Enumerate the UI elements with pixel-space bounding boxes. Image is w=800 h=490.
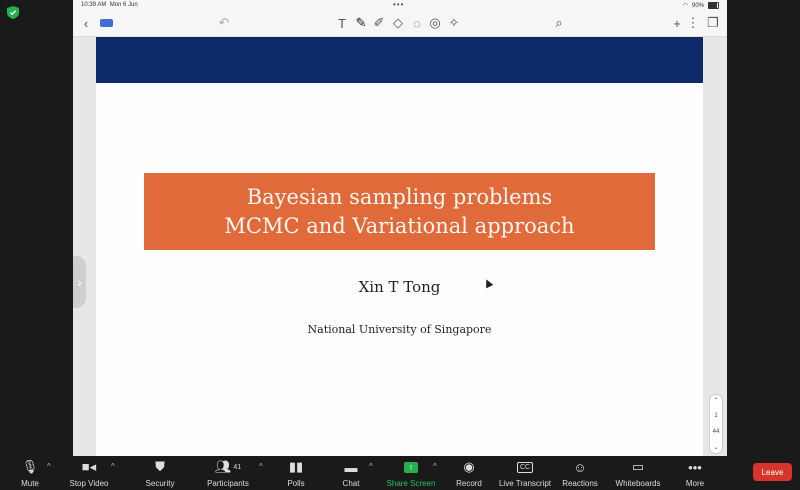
slide-header-band [96, 37, 703, 83]
add-page-icon[interactable]: + [670, 14, 684, 32]
video-options-caret-icon[interactable]: ^ [111, 462, 115, 471]
video-camera-icon: ■◂ [81, 459, 97, 474]
record-icon: ◉ [463, 459, 475, 474]
eraser-icon[interactable]: ◇ [391, 14, 405, 32]
highlighter-icon[interactable]: ✐ [372, 14, 386, 32]
documents-icon[interactable] [99, 14, 115, 32]
ipad-status-bar: 10:39 AM Mon 6 Jun ••• ◠ 90% [73, 0, 727, 10]
record-label: Record [456, 479, 482, 488]
microphone-icon[interactable]: ⌕ [552, 14, 566, 32]
laser-pointer-icon[interactable]: ✧ [447, 14, 461, 32]
mute-button[interactable]: 🎙︎ Mute [0, 458, 62, 490]
pen-tool-icon[interactable]: ✎ [354, 14, 368, 32]
slide-institution: National University of Singapore [307, 323, 492, 336]
whiteboard-icon: ▭ [631, 459, 645, 474]
more-dots-icon: ••• [688, 459, 702, 475]
page-scroller[interactable]: ⌃ 1 44 ⌄ [709, 394, 723, 454]
sidebar-toggle-handle[interactable]: › [73, 256, 86, 308]
smiley-icon: ☺ [573, 459, 587, 475]
pager-current-page: 1 [714, 413, 718, 420]
pager-up-icon[interactable]: ⌃ [713, 397, 718, 404]
notes-app-toolbar: ‹ ↶ T ✎ ✐ ◇ ◌ ◎ ✧ ⌕ + ⋮ ❐ [73, 10, 727, 37]
whiteboards-button[interactable]: ▭ Whiteboards [606, 458, 670, 490]
reactions-label: Reactions [562, 479, 598, 488]
microphone-icon: 🎙︎ [21, 459, 39, 474]
slide-page: Bayesian sampling problems MCMC and Vari… [96, 37, 703, 456]
battery-percent: 90% [691, 2, 704, 9]
pager-total-pages: 44 [712, 428, 720, 435]
status-date: Mon 6 Jun [109, 2, 138, 8]
text-tool-icon[interactable]: T [335, 14, 349, 32]
bar-chart-icon: ▮▮ [288, 459, 304, 474]
undo-icon[interactable]: ↶ [217, 14, 231, 32]
security-shield-icon [7, 6, 19, 19]
participants-count: 41 [233, 463, 242, 471]
back-chevron-icon[interactable]: ‹ [79, 14, 93, 32]
whiteboards-label: Whiteboards [615, 479, 661, 488]
page-view-icon[interactable]: ❐ [706, 14, 720, 32]
slide-title-line-2: MCMC and Variational approach [224, 213, 575, 238]
chat-bubble-icon: ▬ [344, 459, 358, 475]
more-label: More [685, 479, 705, 488]
chat-options-caret-icon[interactable]: ^ [369, 462, 373, 471]
lasso-icon[interactable]: ◌ [410, 14, 424, 32]
stop-video-label: Stop Video [69, 479, 109, 488]
shield-icon: ⛊ [155, 459, 165, 474]
share-screen-icon: ↑ [404, 461, 418, 473]
battery-icon [708, 2, 719, 9]
live-transcript-label: Live Transcript [498, 479, 552, 488]
security-label: Security [145, 479, 175, 488]
shared-screen: 10:39 AM Mon 6 Jun ••• ◠ 90% ‹ ↶ T ✎ ✐ ◇… [73, 0, 727, 456]
slide-title-box: Bayesian sampling problems MCMC and Vari… [144, 173, 655, 250]
more-button[interactable]: ••• More [663, 458, 727, 490]
zoom-meeting-toolbar: 🎙︎ Mute ^ ■◂ Stop Video ^ ⛊ Security 👥︎ 4… [0, 456, 800, 490]
security-button[interactable]: ⛊ Security [128, 458, 192, 490]
reactions-button[interactable]: ☺ Reactions [548, 458, 612, 490]
participants-button[interactable]: 👥︎ 41 Participants [196, 458, 260, 490]
participants-options-caret-icon[interactable]: ^ [259, 462, 263, 471]
closed-caption-icon: CC [516, 461, 534, 473]
participants-label: Participants [207, 479, 249, 488]
more-options-icon[interactable]: ⋮ [687, 14, 700, 32]
chat-button[interactable]: ▬ Chat [319, 458, 383, 490]
audio-options-caret-icon[interactable]: ^ [47, 462, 51, 471]
leave-button[interactable]: Leave [753, 463, 792, 481]
share-screen-label: Share Screen [386, 479, 436, 488]
slide-author: Xin T Tong [358, 278, 441, 296]
shapes-icon[interactable]: ◎ [428, 14, 442, 32]
wifi-icon: ◠ [682, 3, 688, 9]
status-time: 10:39 AM [81, 2, 107, 8]
document-viewer: Bayesian sampling problems MCMC and Vari… [73, 37, 727, 456]
slide-title-line-1: Bayesian sampling problems [246, 184, 553, 209]
people-icon: 👥︎ [214, 459, 232, 474]
record-button[interactable]: ◉ Record [437, 458, 501, 490]
mute-label: Mute [21, 479, 39, 488]
polls-label: Polls [287, 479, 305, 488]
pager-down-icon[interactable]: ⌄ [713, 444, 718, 451]
multitask-dots-icon[interactable]: ••• [393, 0, 404, 9]
chat-label: Chat [342, 479, 360, 488]
